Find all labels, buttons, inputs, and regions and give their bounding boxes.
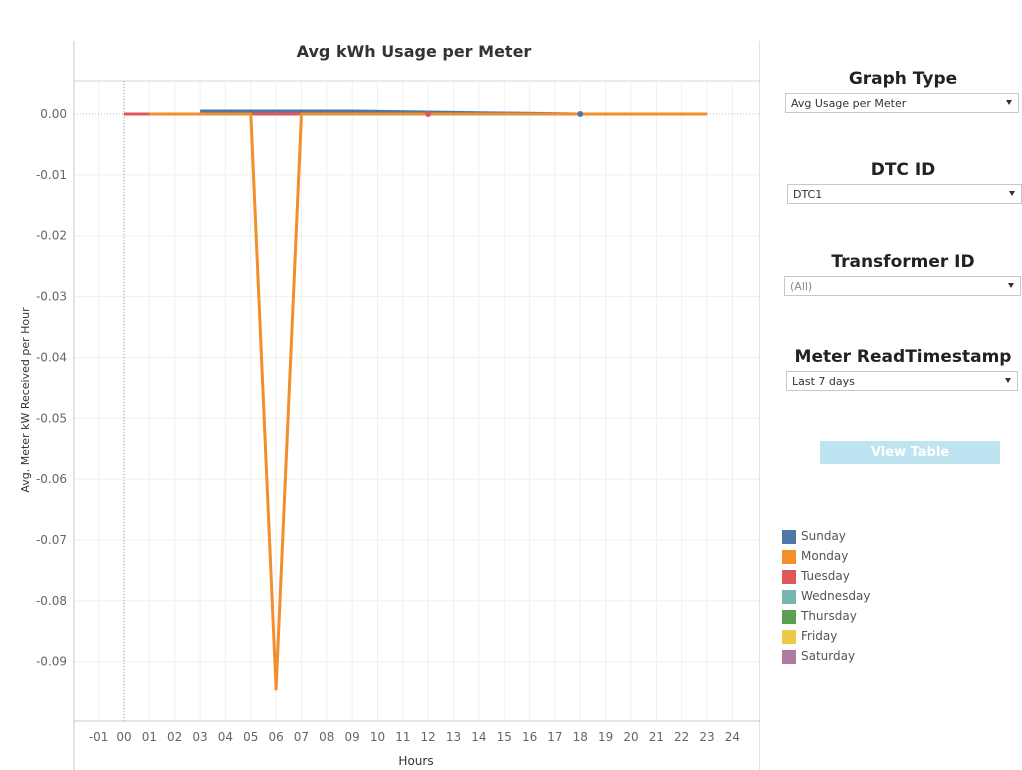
x-tick-label: 19 — [598, 730, 613, 744]
x-tick-label: 21 — [649, 730, 664, 744]
x-tick-label: 17 — [547, 730, 562, 744]
x-tick-label: 22 — [674, 730, 689, 744]
x-tick-label: 09 — [345, 730, 360, 744]
x-tick-label: 03 — [192, 730, 207, 744]
chevron-down-icon — [1005, 378, 1011, 383]
legend-swatch — [782, 630, 796, 644]
x-tick-label: 14 — [471, 730, 486, 744]
x-tick-label: 16 — [522, 730, 537, 744]
legend-swatch — [782, 650, 796, 664]
chevron-down-icon — [1006, 100, 1012, 105]
x-tick-label: 01 — [142, 730, 157, 744]
dtc-id-title: DTC ID — [870, 160, 936, 180]
dtc-id-dropdown[interactable]: DTC1 — [787, 184, 1022, 204]
dtc-id-value: DTC1 — [793, 188, 823, 201]
y-tick-label: -0.09 — [36, 655, 67, 669]
chevron-down-icon — [1008, 283, 1014, 288]
chart-title: Avg kWh Usage per Meter — [297, 42, 532, 61]
y-tick-label: -0.03 — [36, 290, 67, 304]
x-tick-label: 10 — [370, 730, 385, 744]
legend-swatch — [782, 570, 796, 584]
x-tick-label: -01 — [89, 730, 109, 744]
legend-swatch — [782, 530, 796, 544]
transformer-id-title: Transformer ID — [831, 252, 975, 272]
legend-label: Monday — [801, 549, 849, 563]
legend-swatch — [782, 610, 796, 624]
x-tick-label: 04 — [218, 730, 233, 744]
legend-label: Tuesday — [801, 569, 850, 583]
legend-label: Sunday — [801, 529, 846, 543]
x-tick-label: 23 — [699, 730, 714, 744]
graph-type-dropdown[interactable]: Avg Usage per Meter — [785, 93, 1019, 113]
x-tick-label: 07 — [294, 730, 309, 744]
x-tick-label: 00 — [116, 730, 131, 744]
graph-type-value: Avg Usage per Meter — [791, 97, 907, 110]
y-tick-label: 0.00 — [40, 107, 67, 121]
y-tick-label: -0.06 — [36, 472, 67, 486]
graph-type-title: Graph Type — [848, 69, 958, 89]
x-tick-label: 02 — [167, 730, 182, 744]
y-tick-label: -0.08 — [36, 594, 67, 608]
x-tick-label: 20 — [623, 730, 638, 744]
y-tick-label: -0.07 — [36, 533, 67, 547]
y-tick-label: -0.02 — [36, 229, 67, 243]
x-tick-label: 06 — [268, 730, 283, 744]
meter-readtimestamp-dropdown[interactable]: Last 7 days — [786, 371, 1018, 391]
x-axis-title: Hours — [398, 754, 433, 768]
chevron-down-icon — [1009, 191, 1015, 196]
chart-area: Avg kWh Usage per Meter -01 00 01 02 03 04 05 06… — [0, 0, 760, 770]
legend-label: Thursday — [801, 609, 857, 623]
legend-label: Saturday — [801, 649, 856, 663]
data-point-sunday — [577, 111, 584, 117]
view-table-button[interactable]: View Table — [820, 441, 1000, 464]
legend-label: Friday — [801, 629, 838, 643]
line-chart: Avg kWh Usage per Meter -01 00 01 02 03 04 05 06… — [19, 41, 760, 770]
legend-label: Wednesday — [801, 589, 871, 603]
legend-swatch — [782, 590, 796, 604]
transformer-id-dropdown[interactable]: (All) — [784, 276, 1021, 296]
x-tick-label: 12 — [421, 730, 436, 744]
legend-swatch — [782, 550, 796, 564]
x-tick-label: 15 — [497, 730, 512, 744]
data-point-tuesday — [425, 111, 432, 117]
x-tick-label: 08 — [319, 730, 334, 744]
x-tick-label: 24 — [725, 730, 740, 744]
transformer-id-value: (All) — [790, 280, 813, 293]
x-tick-label: 11 — [395, 730, 410, 744]
x-tick-label: 13 — [446, 730, 461, 744]
x-tick-label: 18 — [573, 730, 588, 744]
y-tick-label: -0.05 — [36, 411, 67, 425]
meter-readtimestamp-value: Last 7 days — [792, 375, 855, 388]
x-tick-label: 05 — [243, 730, 258, 744]
y-tick-label: -0.01 — [36, 168, 67, 182]
y-axis-title: Avg. Meter kW Received per Hour — [19, 307, 32, 493]
y-tick-label: -0.04 — [36, 350, 67, 364]
meter-readtimestamp-title: Meter ReadTimestamp — [794, 347, 1012, 367]
